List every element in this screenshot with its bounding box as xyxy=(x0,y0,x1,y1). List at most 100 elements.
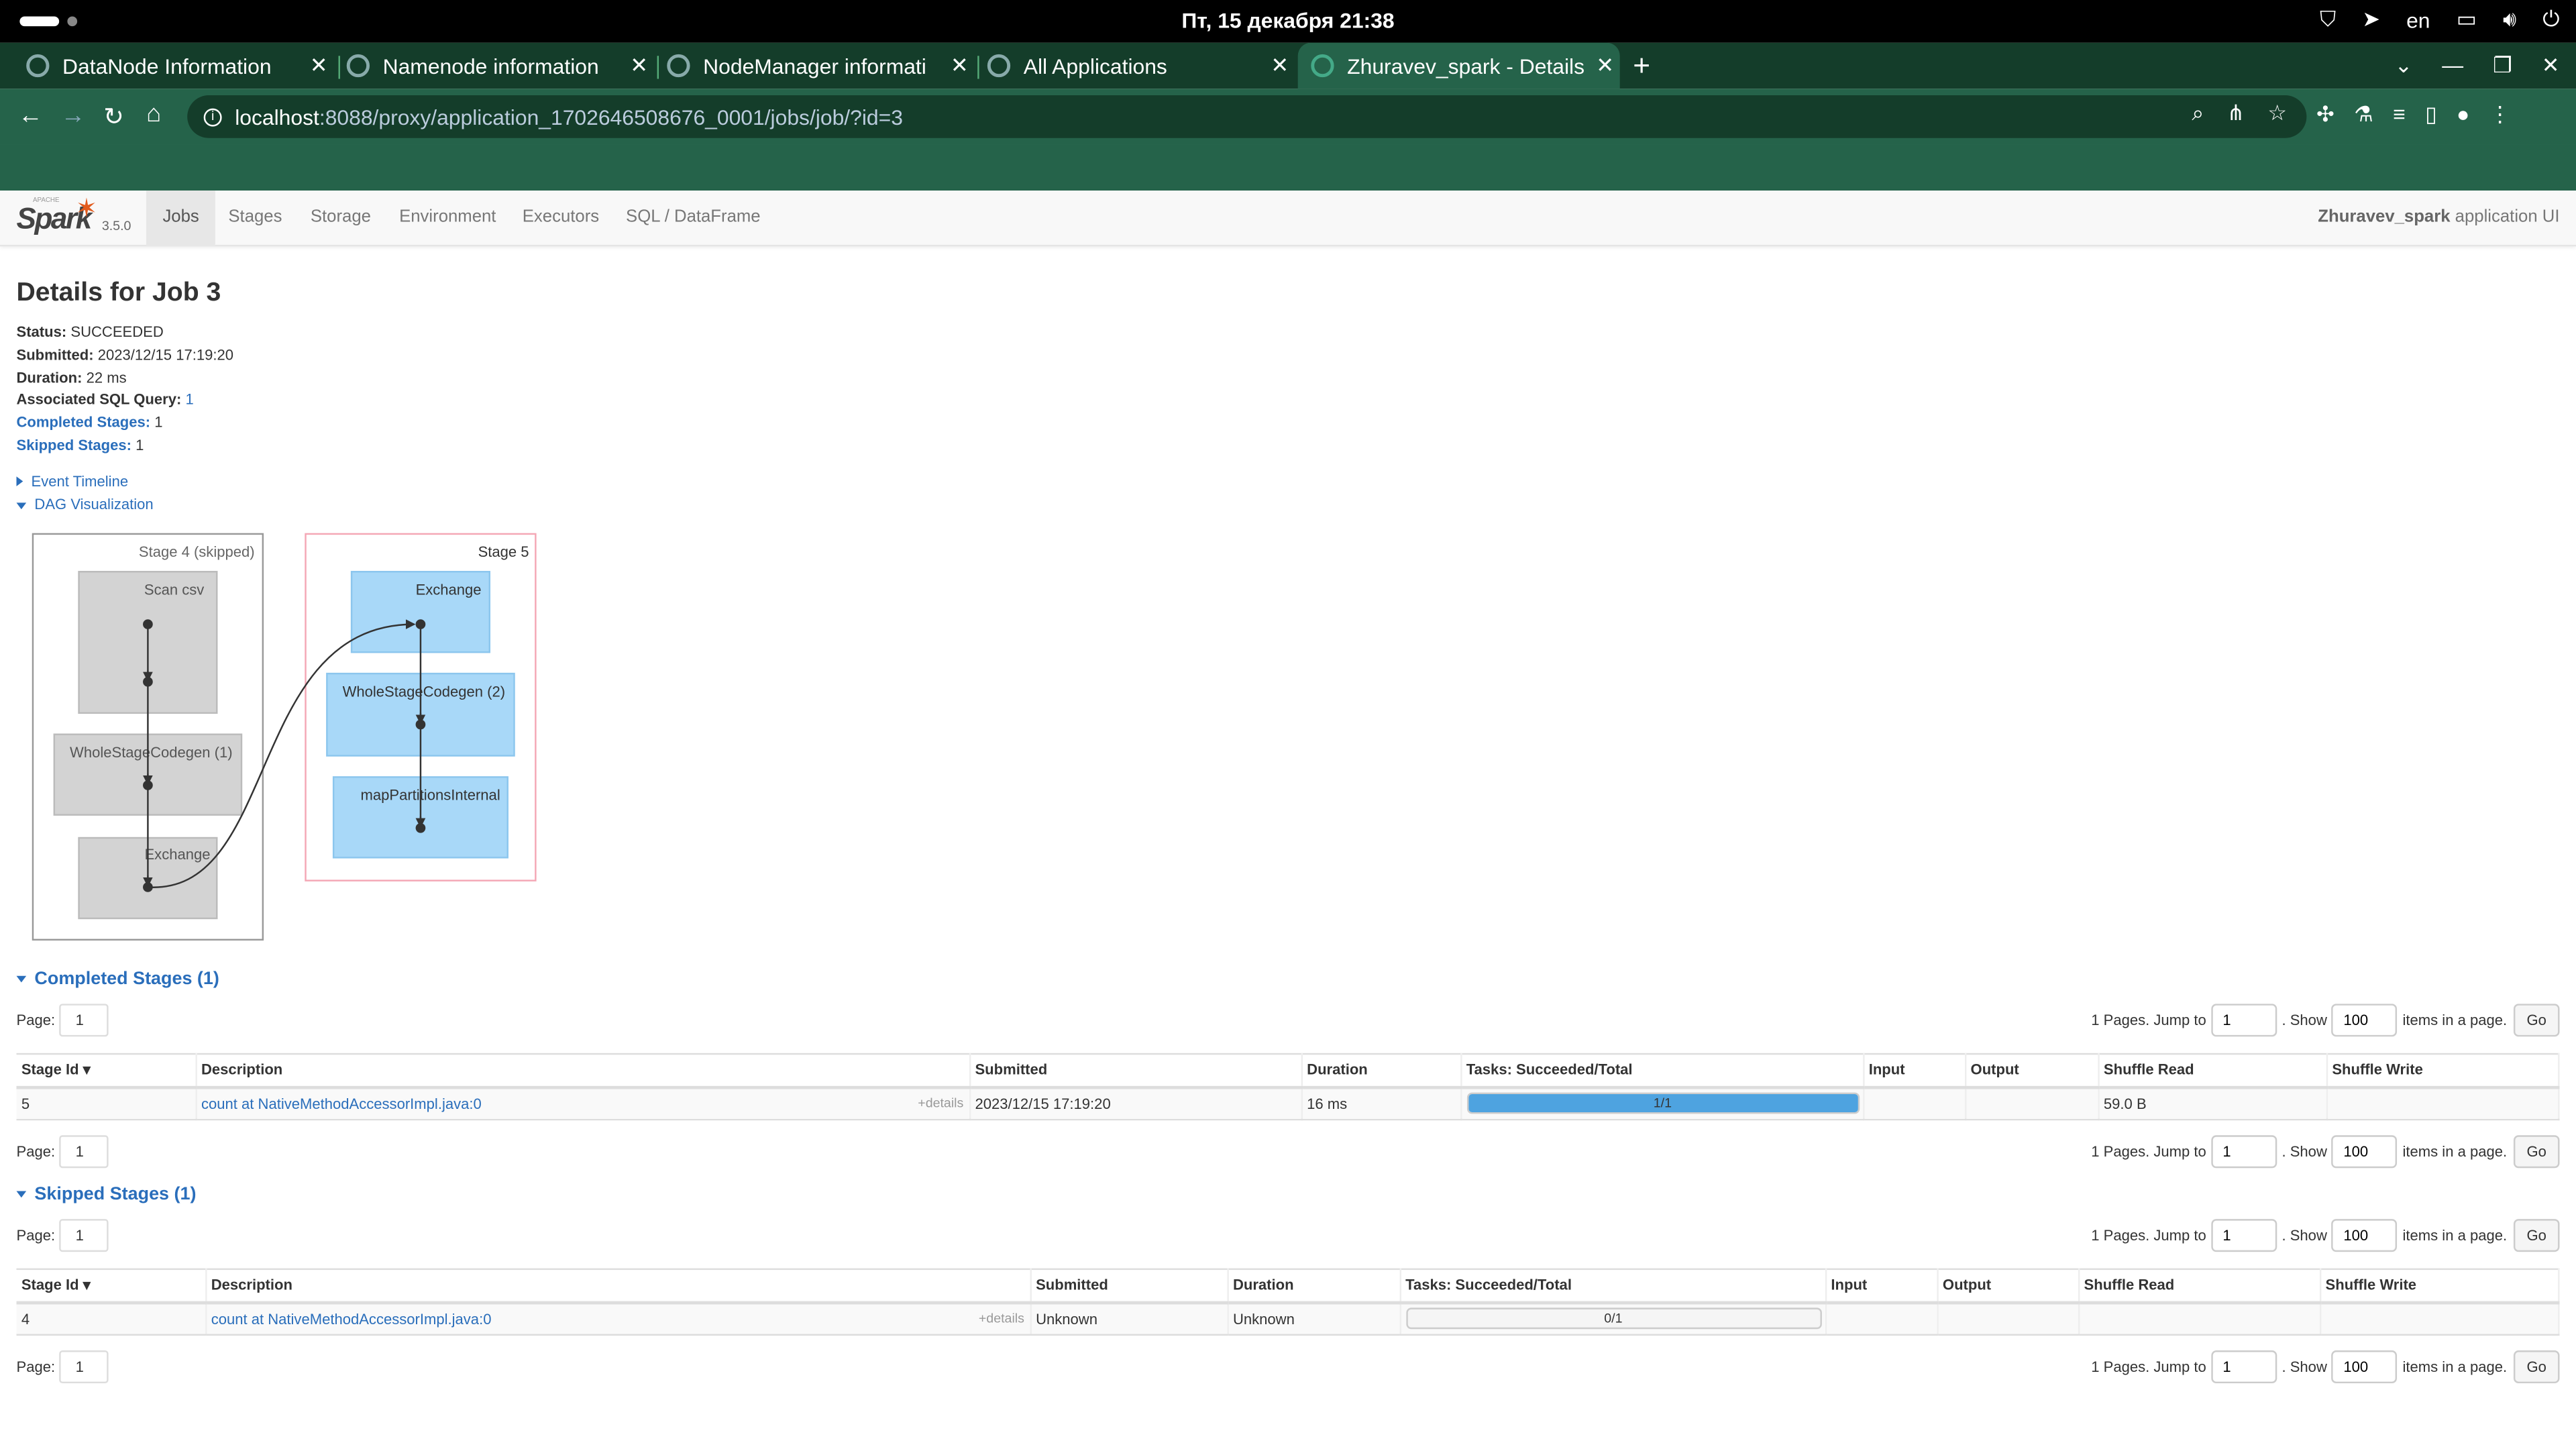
close-tab-icon[interactable]: ✕ xyxy=(1591,52,1620,78)
page-size-input[interactable] xyxy=(2332,1219,2398,1252)
reading-list-icon[interactable]: ≡ xyxy=(2393,102,2406,128)
event-timeline-toggle[interactable]: Event Timeline xyxy=(16,473,128,490)
nav-executors[interactable]: Executors xyxy=(523,191,599,246)
pages-text: 1 Pages. Jump to xyxy=(2091,1143,2206,1160)
new-tab-button[interactable]: + xyxy=(1633,49,1650,83)
col-duration[interactable]: Duration xyxy=(1301,1053,1462,1089)
go-button[interactable]: Go xyxy=(2513,1350,2560,1384)
address-bar[interactable]: i localhost:8088/proxy/application_17026… xyxy=(187,95,2307,138)
page-number-button[interactable]: 1 xyxy=(59,1135,109,1169)
sql-query-link[interactable]: 1 xyxy=(185,392,193,408)
page-size-input[interactable] xyxy=(2332,1350,2398,1384)
close-tab-icon[interactable]: ✕ xyxy=(1265,52,1295,78)
nav-stages[interactable]: Stages xyxy=(228,191,282,246)
col-submitted[interactable]: Submitted xyxy=(1030,1268,1228,1304)
jump-to-input[interactable] xyxy=(2211,1219,2277,1252)
nav-jobs[interactable]: Jobs xyxy=(146,191,216,247)
close-window-icon[interactable]: ✕ xyxy=(2542,52,2560,78)
col-output[interactable]: Output xyxy=(1937,1268,2080,1304)
tab-title: Namenode information xyxy=(382,53,599,78)
completed-stages-heading[interactable]: Completed Stages (1) xyxy=(16,969,219,989)
duration-cell: 16 ms xyxy=(1301,1087,1462,1121)
tab-spark-details[interactable]: Zhuravev_spark - Details ✕ xyxy=(1297,42,1620,89)
col-description[interactable]: Description xyxy=(195,1053,971,1089)
skipped-stages-count: 1 xyxy=(136,437,144,453)
status-value: SUCCEEDED xyxy=(70,323,164,340)
restore-icon[interactable]: ❐ xyxy=(2493,52,2512,78)
close-tab-icon[interactable]: ✕ xyxy=(304,52,333,78)
home-icon[interactable]: ⌂ xyxy=(146,100,161,128)
show-text: . Show xyxy=(2282,1143,2327,1160)
completed-stages-link[interactable]: Completed Stages: xyxy=(16,415,150,431)
tab-nodemanager[interactable]: NodeManager informati ✕ xyxy=(654,43,975,89)
col-shuffle-read[interactable]: Shuffle Read xyxy=(2098,1053,2327,1089)
close-tab-icon[interactable]: ✕ xyxy=(945,52,974,78)
page-number-button[interactable]: 1 xyxy=(59,1004,109,1037)
nav-storage[interactable]: Storage xyxy=(311,191,371,246)
col-duration[interactable]: Duration xyxy=(1227,1268,1401,1304)
go-button[interactable]: Go xyxy=(2513,1004,2560,1037)
dag-visualization-toggle[interactable]: DAG Visualization xyxy=(16,496,154,513)
display-icon[interactable]: ▭ xyxy=(2457,7,2477,33)
go-button[interactable]: Go xyxy=(2513,1135,2560,1169)
bookmark-star-icon[interactable]: ☆ xyxy=(2267,100,2287,126)
col-output[interactable]: Output xyxy=(1964,1053,2099,1089)
col-shuffle-write[interactable]: Shuffle Write xyxy=(2326,1053,2560,1089)
volume-icon[interactable]: 🔊︎ xyxy=(2503,7,2516,33)
nav-sql-dataframe[interactable]: SQL / DataFrame xyxy=(626,191,761,246)
col-submitted[interactable]: Submitted xyxy=(969,1053,1302,1089)
vpn-shield-icon[interactable]: ⛉ xyxy=(2320,7,2336,33)
menu-kebab-icon[interactable]: ⋮ xyxy=(2489,102,2511,128)
minimize-icon[interactable]: — xyxy=(2442,52,2463,78)
site-info-icon[interactable]: i xyxy=(203,107,222,126)
side-panel-icon[interactable]: ▯ xyxy=(2425,102,2437,128)
col-tasks[interactable]: Tasks: Succeeded/Total xyxy=(1399,1268,1827,1304)
spark-logo[interactable]: APACHE Spark ✶ 3.5.0 xyxy=(16,195,148,241)
col-description[interactable]: Description xyxy=(205,1268,1031,1304)
stage-description-link[interactable]: count at NativeMethodAccessorImpl.java:0 xyxy=(201,1095,482,1112)
col-stage-id[interactable]: Stage Id ▾ xyxy=(16,1053,197,1089)
skipped-pager-bottom: Page: 1 1 Pages. Jump to . Show items in… xyxy=(16,1350,2560,1384)
dag-node-label: Scan csv xyxy=(144,582,204,598)
skipped-stages-table: Stage Id ▾ Description Submitted Duratio… xyxy=(16,1268,2560,1336)
col-tasks[interactable]: Tasks: Succeeded/Total xyxy=(1460,1053,1864,1089)
labs-flask-icon[interactable]: ⚗ xyxy=(2354,102,2373,128)
zoom-icon[interactable]: ⌕ xyxy=(2192,100,2204,126)
page-size-input[interactable] xyxy=(2332,1135,2398,1169)
telegram-icon[interactable]: ➤ xyxy=(2362,7,2380,33)
col-input[interactable]: Input xyxy=(1825,1268,1938,1304)
col-shuffle-read[interactable]: Shuffle Read xyxy=(2078,1268,2321,1304)
skipped-stages-heading[interactable]: Skipped Stages (1) xyxy=(16,1185,196,1204)
jump-to-input[interactable] xyxy=(2211,1350,2277,1384)
page-number-button[interactable]: 1 xyxy=(59,1219,109,1252)
tasks-progress-bar: 1/1 xyxy=(1466,1093,1860,1115)
tab-all-applications[interactable]: All Applications ✕ xyxy=(974,43,1295,89)
share-icon[interactable]: ⋔ xyxy=(2226,100,2245,126)
tab-datanode[interactable]: DataNode Information ✕ xyxy=(13,43,334,89)
close-tab-icon[interactable]: ✕ xyxy=(625,52,654,78)
stage-description-link[interactable]: count at NativeMethodAccessorImpl.java:0 xyxy=(211,1311,492,1327)
col-input[interactable]: Input xyxy=(1863,1053,1966,1089)
col-stage-id[interactable]: Stage Id ▾ xyxy=(16,1268,207,1304)
page-size-input[interactable] xyxy=(2332,1004,2398,1037)
keyboard-language[interactable]: en xyxy=(2406,7,2430,32)
extensions-puzzle-icon[interactable]: ✣ xyxy=(2316,102,2334,128)
nav-environment[interactable]: Environment xyxy=(399,191,496,246)
tab-namenode[interactable]: Namenode information ✕ xyxy=(333,43,654,89)
forward-icon[interactable]: → xyxy=(61,102,86,130)
skipped-stages-link[interactable]: Skipped Stages: xyxy=(16,437,131,453)
power-icon[interactable]: ⏻ xyxy=(2542,7,2559,33)
jump-to-input[interactable] xyxy=(2211,1135,2277,1169)
tab-search-icon[interactable]: ⌄ xyxy=(2394,52,2412,78)
stage-id-cell: 5 xyxy=(16,1087,197,1121)
details-toggle[interactable]: +details xyxy=(918,1095,963,1110)
reload-icon[interactable]: ↻ xyxy=(103,102,124,131)
details-toggle[interactable]: +details xyxy=(979,1310,1024,1325)
col-shuffle-write[interactable]: Shuffle Write xyxy=(2319,1268,2560,1304)
system-clock[interactable]: Пт, 15 декабря 21:38 xyxy=(0,8,2576,33)
profile-avatar-icon[interactable]: ● xyxy=(2457,102,2469,128)
page-number-button[interactable]: 1 xyxy=(59,1350,109,1384)
go-button[interactable]: Go xyxy=(2513,1219,2560,1252)
jump-to-input[interactable] xyxy=(2211,1004,2277,1037)
back-icon[interactable]: ← xyxy=(18,102,43,130)
